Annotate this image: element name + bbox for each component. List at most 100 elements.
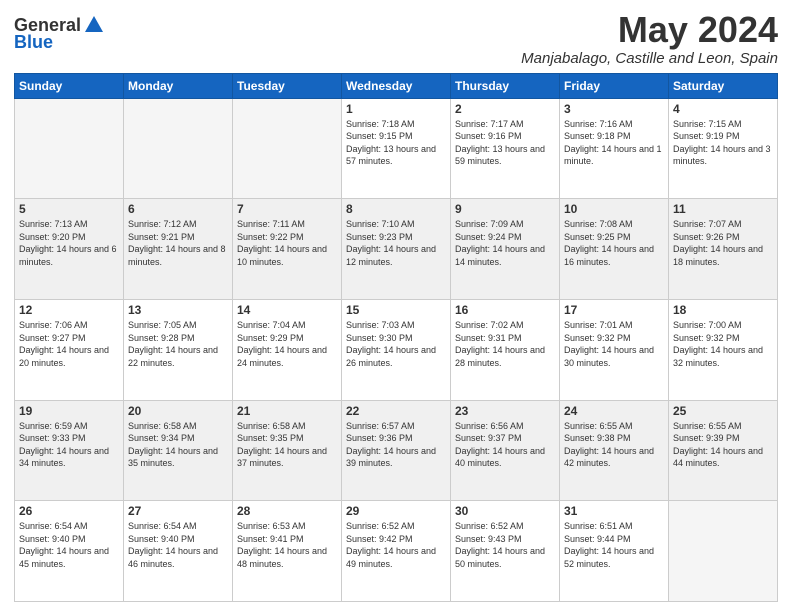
calendar-cell: 8 Sunrise: 7:10 AM Sunset: 9:23 PM Daylig… xyxy=(342,199,451,300)
day-number: 26 xyxy=(19,504,119,518)
calendar-cell: 1 Sunrise: 7:18 AM Sunset: 9:15 PM Daylig… xyxy=(342,98,451,199)
cell-text: Sunrise: 7:00 AM Sunset: 9:32 PM Dayligh… xyxy=(673,319,773,369)
calendar-week-row: 12Sunrise: 7:06 AM Sunset: 9:27 PM Dayli… xyxy=(15,299,778,400)
day-number: 5 xyxy=(19,202,119,216)
cell-text: Sunrise: 7:18 AM Sunset: 9:15 PM Dayligh… xyxy=(346,118,446,168)
day-number: 27 xyxy=(128,504,228,518)
calendar-header-row: SundayMondayTuesdayWednesdayThursdayFrid… xyxy=(15,73,778,98)
calendar-cell: 23 Sunrise: 6:56 AM Sunset: 9:37 PM Dayli… xyxy=(451,400,560,501)
cell-text: Sunrise: 6:58 AM Sunset: 9:34 PM Dayligh… xyxy=(128,420,228,470)
cell-text: Sunrise: 6:52 AM Sunset: 9:42 PM Dayligh… xyxy=(346,520,446,570)
day-number: 17 xyxy=(564,303,664,317)
calendar-cell: 5 Sunrise: 7:13 AM Sunset: 9:20 PM Daylig… xyxy=(15,199,124,300)
calendar-cell: 25Sunrise: 6:55 AM Sunset: 9:39 PM Dayli… xyxy=(669,400,778,501)
calendar-week-row: 1 Sunrise: 7:18 AM Sunset: 9:15 PM Daylig… xyxy=(15,98,778,199)
calendar-cell: 6 Sunrise: 7:12 AM Sunset: 9:21 PM Daylig… xyxy=(124,199,233,300)
day-number: 4 xyxy=(673,102,773,116)
day-number: 13 xyxy=(128,303,228,317)
day-number: 16 xyxy=(455,303,555,317)
cell-text: Sunrise: 6:56 AM Sunset: 9:37 PM Dayligh… xyxy=(455,420,555,470)
calendar-cell: 9Sunrise: 7:09 AM Sunset: 9:24 PM Daylig… xyxy=(451,199,560,300)
calendar-cell: 3 Sunrise: 7:16 AM Sunset: 9:18 PM Daylig… xyxy=(560,98,669,199)
cell-text: Sunrise: 6:54 AM Sunset: 9:40 PM Dayligh… xyxy=(19,520,119,570)
location: Manjabalago, Castille and Leon, Spain xyxy=(521,50,778,67)
logo-icon xyxy=(83,14,105,36)
day-number: 14 xyxy=(237,303,337,317)
cell-text: Sunrise: 7:04 AM Sunset: 9:29 PM Dayligh… xyxy=(237,319,337,369)
cell-text: Sunrise: 7:15 AM Sunset: 9:19 PM Dayligh… xyxy=(673,118,773,168)
calendar-day-header: Thursday xyxy=(451,73,560,98)
calendar-cell: 7 Sunrise: 7:11 AM Sunset: 9:22 PM Daylig… xyxy=(233,199,342,300)
calendar-cell xyxy=(124,98,233,199)
day-number: 28 xyxy=(237,504,337,518)
header: General Blue May 2024 Manjabalago, Casti… xyxy=(14,10,778,67)
calendar-day-header: Monday xyxy=(124,73,233,98)
day-number: 24 xyxy=(564,404,664,418)
day-number: 23 xyxy=(455,404,555,418)
calendar-cell: 18Sunrise: 7:00 AM Sunset: 9:32 PM Dayli… xyxy=(669,299,778,400)
day-number: 8 xyxy=(346,202,446,216)
calendar-cell: 10Sunrise: 7:08 AM Sunset: 9:25 PM Dayli… xyxy=(560,199,669,300)
calendar-cell: 14 Sunrise: 7:04 AM Sunset: 9:29 PM Dayli… xyxy=(233,299,342,400)
day-number: 1 xyxy=(346,102,446,116)
header-right: May 2024 Manjabalago, Castille and Leon,… xyxy=(521,10,778,67)
calendar-cell: 13 Sunrise: 7:05 AM Sunset: 9:28 PM Dayli… xyxy=(124,299,233,400)
day-number: 7 xyxy=(237,202,337,216)
day-number: 6 xyxy=(128,202,228,216)
day-number: 15 xyxy=(346,303,446,317)
page: General Blue May 2024 Manjabalago, Casti… xyxy=(0,0,792,612)
calendar-cell xyxy=(233,98,342,199)
calendar-cell: 4 Sunrise: 7:15 AM Sunset: 9:19 PM Daylig… xyxy=(669,98,778,199)
calendar-cell: 27 Sunrise: 6:54 AM Sunset: 9:40 PM Dayli… xyxy=(124,501,233,602)
calendar-week-row: 5 Sunrise: 7:13 AM Sunset: 9:20 PM Daylig… xyxy=(15,199,778,300)
calendar-cell: 31 Sunrise: 6:51 AM Sunset: 9:44 PM Dayli… xyxy=(560,501,669,602)
day-number: 30 xyxy=(455,504,555,518)
calendar-cell: 24Sunrise: 6:55 AM Sunset: 9:38 PM Dayli… xyxy=(560,400,669,501)
cell-text: Sunrise: 7:09 AM Sunset: 9:24 PM Dayligh… xyxy=(455,218,555,268)
cell-text: Sunrise: 7:01 AM Sunset: 9:32 PM Dayligh… xyxy=(564,319,664,369)
day-number: 31 xyxy=(564,504,664,518)
calendar-cell: 26 Sunrise: 6:54 AM Sunset: 9:40 PM Dayli… xyxy=(15,501,124,602)
cell-text: Sunrise: 6:51 AM Sunset: 9:44 PM Dayligh… xyxy=(564,520,664,570)
cell-text: Sunrise: 7:03 AM Sunset: 9:30 PM Dayligh… xyxy=(346,319,446,369)
day-number: 2 xyxy=(455,102,555,116)
calendar-cell: 16Sunrise: 7:02 AM Sunset: 9:31 PM Dayli… xyxy=(451,299,560,400)
calendar-cell: 22 Sunrise: 6:57 AM Sunset: 9:36 PM Dayli… xyxy=(342,400,451,501)
cell-text: Sunrise: 7:05 AM Sunset: 9:28 PM Dayligh… xyxy=(128,319,228,369)
cell-text: Sunrise: 7:06 AM Sunset: 9:27 PM Dayligh… xyxy=(19,319,119,369)
day-number: 3 xyxy=(564,102,664,116)
calendar-day-header: Friday xyxy=(560,73,669,98)
calendar-cell: 30Sunrise: 6:52 AM Sunset: 9:43 PM Dayli… xyxy=(451,501,560,602)
cell-text: Sunrise: 7:08 AM Sunset: 9:25 PM Dayligh… xyxy=(564,218,664,268)
cell-text: Sunrise: 6:53 AM Sunset: 9:41 PM Dayligh… xyxy=(237,520,337,570)
calendar-cell: 29Sunrise: 6:52 AM Sunset: 9:42 PM Dayli… xyxy=(342,501,451,602)
logo: General Blue xyxy=(14,14,105,53)
cell-text: Sunrise: 7:17 AM Sunset: 9:16 PM Dayligh… xyxy=(455,118,555,168)
cell-text: Sunrise: 7:13 AM Sunset: 9:20 PM Dayligh… xyxy=(19,218,119,268)
calendar-cell: 15 Sunrise: 7:03 AM Sunset: 9:30 PM Dayli… xyxy=(342,299,451,400)
calendar-day-header: Tuesday xyxy=(233,73,342,98)
day-number: 21 xyxy=(237,404,337,418)
calendar-day-header: Wednesday xyxy=(342,73,451,98)
cell-text: Sunrise: 6:54 AM Sunset: 9:40 PM Dayligh… xyxy=(128,520,228,570)
calendar-cell: 2 Sunrise: 7:17 AM Sunset: 9:16 PM Daylig… xyxy=(451,98,560,199)
calendar-day-header: Sunday xyxy=(15,73,124,98)
cell-text: Sunrise: 7:07 AM Sunset: 9:26 PM Dayligh… xyxy=(673,218,773,268)
cell-text: Sunrise: 6:57 AM Sunset: 9:36 PM Dayligh… xyxy=(346,420,446,470)
day-number: 22 xyxy=(346,404,446,418)
calendar-cell: 21 Sunrise: 6:58 AM Sunset: 9:35 PM Dayli… xyxy=(233,400,342,501)
cell-text: Sunrise: 6:55 AM Sunset: 9:39 PM Dayligh… xyxy=(673,420,773,470)
cell-text: Sunrise: 6:59 AM Sunset: 9:33 PM Dayligh… xyxy=(19,420,119,470)
cell-text: Sunrise: 7:16 AM Sunset: 9:18 PM Dayligh… xyxy=(564,118,664,168)
calendar-cell: 11Sunrise: 7:07 AM Sunset: 9:26 PM Dayli… xyxy=(669,199,778,300)
cell-text: Sunrise: 7:10 AM Sunset: 9:23 PM Dayligh… xyxy=(346,218,446,268)
calendar-cell: 19Sunrise: 6:59 AM Sunset: 9:33 PM Dayli… xyxy=(15,400,124,501)
calendar-day-header: Saturday xyxy=(669,73,778,98)
month-title: May 2024 xyxy=(521,10,778,50)
cell-text: Sunrise: 7:12 AM Sunset: 9:21 PM Dayligh… xyxy=(128,218,228,268)
cell-text: Sunrise: 7:11 AM Sunset: 9:22 PM Dayligh… xyxy=(237,218,337,268)
calendar-week-row: 26 Sunrise: 6:54 AM Sunset: 9:40 PM Dayli… xyxy=(15,501,778,602)
cell-text: Sunrise: 6:58 AM Sunset: 9:35 PM Dayligh… xyxy=(237,420,337,470)
calendar-cell: 12Sunrise: 7:06 AM Sunset: 9:27 PM Dayli… xyxy=(15,299,124,400)
calendar-table: SundayMondayTuesdayWednesdayThursdayFrid… xyxy=(14,73,778,602)
